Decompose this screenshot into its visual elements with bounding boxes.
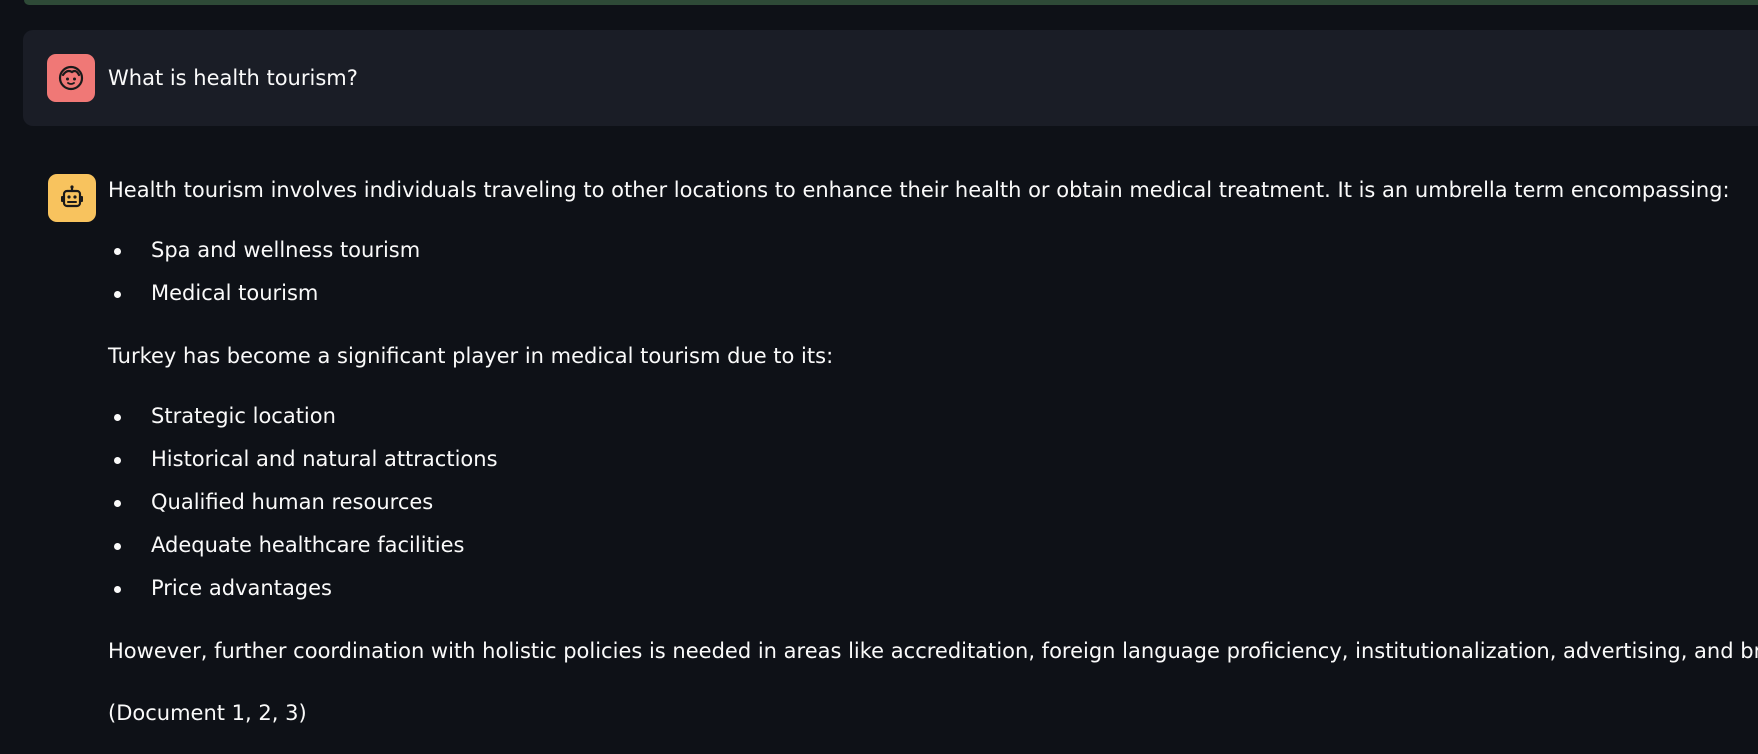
assistant-middle-text: Turkey has become a significant player i… [108,344,834,368]
list-item: Medical tourism [108,279,1748,322]
user-message: What is health tourism? [23,30,1758,126]
assistant-avatar [48,174,96,222]
robot-icon [61,185,83,208]
list-item: Adequate healthcare facilities [108,531,1748,574]
assistant-intro-text: Health tourism involves individuals trav… [108,178,1730,202]
list-item: Price advantages [108,574,1748,617]
assistant-conclusion-text: However, further coordination with holis… [108,639,1758,663]
list-item: Historical and natural attractions [108,445,1748,488]
advantages-list: Strategic location Historical and natura… [108,402,1748,617]
user-message-text: What is health tourism? [108,66,358,90]
user-avatar [47,54,95,102]
assistant-citation-text: (Document 1, 2, 3) [108,701,307,725]
list-item: Qualified human resources [108,488,1748,531]
list-item: Strategic location [108,402,1748,445]
list-item: Spa and wellness tourism [108,236,1748,279]
top-status-strip [24,0,1758,5]
user-face-icon [58,65,84,91]
wellness-list: Spa and wellness tourism Medical tourism [108,236,1748,322]
assistant-message: Health tourism involves individuals trav… [108,176,1758,727]
chat-page: What is health tourism? Health tourism i… [0,0,1758,754]
